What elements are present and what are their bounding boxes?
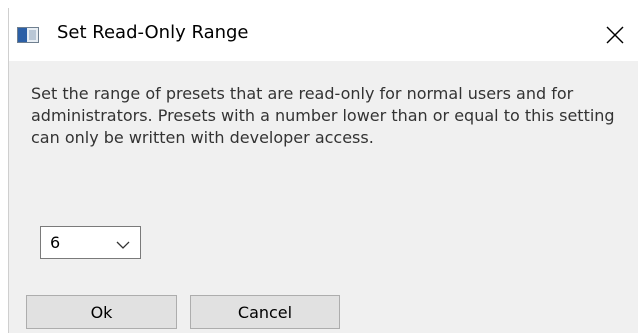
window-app-icon bbox=[17, 27, 39, 43]
range-select-value: 6 bbox=[50, 233, 61, 252]
description-text: Set the range of presets that are read-o… bbox=[31, 84, 615, 147]
close-icon[interactable] bbox=[601, 22, 629, 48]
chevron-down-icon bbox=[116, 236, 130, 249]
window-title: Set Read-Only Range bbox=[57, 22, 249, 43]
range-select[interactable]: 6 bbox=[40, 226, 141, 259]
title-bar[interactable]: Set Read-Only Range bbox=[9, 8, 638, 61]
cancel-button[interactable]: Cancel bbox=[190, 295, 340, 329]
dialog-window: Set Read-Only Range Set the range of pre… bbox=[8, 8, 638, 333]
dialog-body: Set the range of presets that are read-o… bbox=[9, 61, 638, 333]
ok-button[interactable]: Ok bbox=[26, 295, 177, 329]
